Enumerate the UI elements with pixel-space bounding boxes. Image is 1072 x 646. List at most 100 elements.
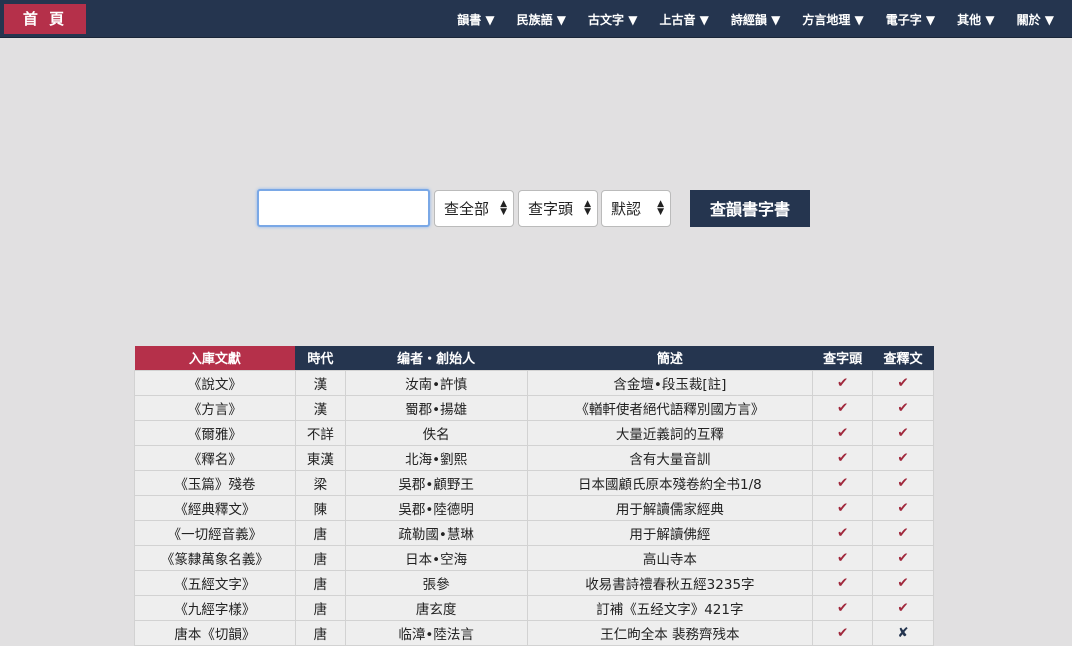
author-cell: 临漳•陸法言 [344, 619, 528, 646]
description-cell: 王仁昫全本 裴務齊残本 [526, 619, 814, 646]
column-header: 查字頭 [812, 346, 873, 370]
table-row: 《經典釋文》陳吳郡•陸德明 用于解讀儒家經典 ✔ ✔ [134, 494, 934, 521]
column-header: 簡述 [527, 346, 813, 370]
author-cell: 吳郡•顧野王 [344, 469, 528, 496]
mode-select[interactable]: 默認 ▲ ▼ [601, 189, 671, 227]
check-icon: ✔ [812, 544, 874, 571]
check-icon: ✔ [812, 594, 874, 621]
check-icon: ✔ [872, 594, 934, 621]
source-cell: 《玉篇》殘卷 [134, 469, 296, 496]
table-row: 《篆隸萬象名義》唐日本•空海 高山寺本 ✔ ✔ [134, 544, 934, 571]
check-icon: ✔ [872, 444, 934, 471]
updown-icon: ▲ ▼ [657, 199, 664, 217]
check-icon: ✔ [872, 394, 934, 421]
mode-value: 默認 [611, 199, 642, 218]
check-icon: ✔ [872, 419, 934, 446]
description-cell: 用于解讀佛經 [526, 519, 814, 546]
era-cell: 漢 [294, 394, 346, 421]
source-cell: 《方言》 [134, 394, 296, 421]
era-cell: 唐 [294, 619, 346, 646]
nav-menu-item[interactable]: 韻書 ▼ [457, 11, 494, 28]
nav-menu-item[interactable]: 詩經韻 ▼ [731, 11, 780, 28]
author-cell: 日本•空海 [344, 544, 528, 571]
source-cell: 《爾雅》 [134, 419, 296, 446]
author-cell: 張參 [344, 569, 528, 596]
check-icon: ✔ [812, 569, 874, 596]
author-cell: 汝南•許慎 [344, 369, 528, 396]
source-cell: 《一切經音義》 [134, 519, 296, 546]
source-cell: 《釋名》 [134, 444, 296, 471]
table-row: 《九經字樣》唐唐玄度 訂補《五经文字》421字 ✔ ✔ [134, 594, 934, 621]
description-cell: 用于解讀儒家經典 [526, 494, 814, 521]
nav-menu: 韻書 ▼ 民族語 ▼ 古文字 ▼ 上古音 ▼ 詩經韻 ▼ 方言地理 ▼ 電子字 ▼ 其他 ▼ 關… [435, 0, 1054, 38]
nav-menu-item[interactable]: 方言地理 ▼ [802, 11, 863, 28]
era-cell: 梁 [294, 469, 346, 496]
check-icon: ✔ [872, 569, 934, 596]
scope-select[interactable]: 查全部 ▲ ▼ [434, 189, 514, 227]
description-cell: 大量近義詞的互釋 [526, 419, 814, 446]
nav-menu-item[interactable]: 民族語 ▼ [517, 11, 566, 28]
era-cell: 漢 [294, 369, 346, 396]
sources-table: 入庫文獻 時代 编者・創始人 簡述 查字頭 查釋文 《說文》漢汝南•許慎 含金壇•段玉裁[註… [134, 346, 934, 646]
author-cell: 疏勒國•慧琳 [344, 519, 528, 546]
author-cell: 北海•劉熙 [344, 444, 528, 471]
table-row: 《玉篇》殘卷梁吳郡•顧野王 日本國顧氏原本殘卷約全书1/8 ✔ ✔ [134, 469, 934, 496]
table-row: 《一切經音義》唐疏勒國•慧琳 用于解讀佛經 ✔ ✔ [134, 519, 934, 546]
home-button[interactable]: 首 頁 [4, 4, 86, 34]
author-cell: 佚名 [344, 419, 528, 446]
description-cell: 訂補《五经文字》421字 [526, 594, 814, 621]
nav-menu-item[interactable]: 關於 ▼ [1017, 11, 1054, 28]
check-icon: ✔ [812, 519, 874, 546]
updown-icon: ▲ ▼ [500, 199, 507, 217]
check-icon: ✔ [812, 619, 874, 646]
column-header: 编者・創始人 [345, 346, 527, 370]
era-cell: 唐 [294, 569, 346, 596]
era-cell: 東漢 [294, 444, 346, 471]
column-header: 查釋文 [872, 346, 934, 370]
table-row: 《方言》漢蜀郡•揚雄 《輶軒使者絕代語釋別國方言》 ✔ ✔ [134, 394, 934, 421]
search-button[interactable]: 查韻書字書 [690, 189, 810, 227]
source-cell: 《五經文字》 [134, 569, 296, 596]
check-icon: ✔ [872, 519, 934, 546]
nav-menu-item[interactable]: 其他 ▼ [957, 11, 994, 28]
check-icon: ✔ [812, 494, 874, 521]
source-cell: 《九經字樣》 [134, 594, 296, 621]
column-header: 入庫文獻 [134, 346, 296, 370]
description-cell: 含有大量音訓 [526, 444, 814, 471]
era-cell: 陳 [294, 494, 346, 521]
table-row: 《說文》漢汝南•許慎 含金壇•段玉裁[註] ✔ ✔ [134, 369, 934, 396]
era-cell: 不詳 [294, 419, 346, 446]
check-icon: ✔ [812, 444, 874, 471]
source-cell: 《經典釋文》 [134, 494, 296, 521]
check-icon: ✔ [812, 419, 874, 446]
source-cell: 《篆隸萬象名義》 [134, 544, 296, 571]
check-icon: ✔ [812, 469, 874, 496]
description-cell: 日本國顧氏原本殘卷約全书1/8 [526, 469, 814, 496]
era-cell: 唐 [294, 519, 346, 546]
source-cell: 《說文》 [134, 369, 296, 396]
description-cell: 含金壇•段玉裁[註] [526, 369, 814, 396]
search-input[interactable] [257, 189, 430, 227]
description-cell: 《輶軒使者絕代語釋別國方言》 [526, 394, 814, 421]
nav-menu-item[interactable]: 電子字 ▼ [886, 11, 935, 28]
description-cell: 收易書詩禮春秋五經3235字 [526, 569, 814, 596]
column-header: 時代 [295, 346, 346, 370]
nav-menu-item[interactable]: 上古音 ▼ [659, 11, 708, 28]
table-row: 唐本《切韻》唐临漳•陸法言 王仁昫全本 裴務齊残本 ✔ ✘ [134, 619, 934, 646]
check-icon: ✔ [812, 394, 874, 421]
field-value: 查字頭 [528, 199, 574, 218]
source-cell: 唐本《切韻》 [134, 619, 296, 646]
author-cell: 吳郡•陸德明 [344, 494, 528, 521]
check-icon: ✔ [872, 469, 934, 496]
top-nav: 首 頁 韻書 ▼ 民族語 ▼ 古文字 ▼ 上古音 ▼ 詩經韻 ▼ 方言地理 ▼ 電子字 ▼ 其… [0, 0, 1072, 38]
check-icon: ✔ [872, 369, 934, 396]
scope-value: 查全部 [444, 199, 490, 218]
era-cell: 唐 [294, 544, 346, 571]
check-icon: ✔ [872, 544, 934, 571]
table-row: 《釋名》 東漢 北海•劉熙 含有大量音訓 ✔ ✔ [134, 444, 934, 471]
author-cell: 唐玄度 [344, 594, 528, 621]
description-cell: 高山寺本 [526, 544, 814, 571]
table-row: 《五經文字》唐張參 收易書詩禮春秋五經3235字 ✔ ✔ [134, 569, 934, 596]
field-select[interactable]: 查字頭 ▲ ▼ [518, 189, 598, 227]
nav-menu-item[interactable]: 古文字 ▼ [588, 11, 637, 28]
